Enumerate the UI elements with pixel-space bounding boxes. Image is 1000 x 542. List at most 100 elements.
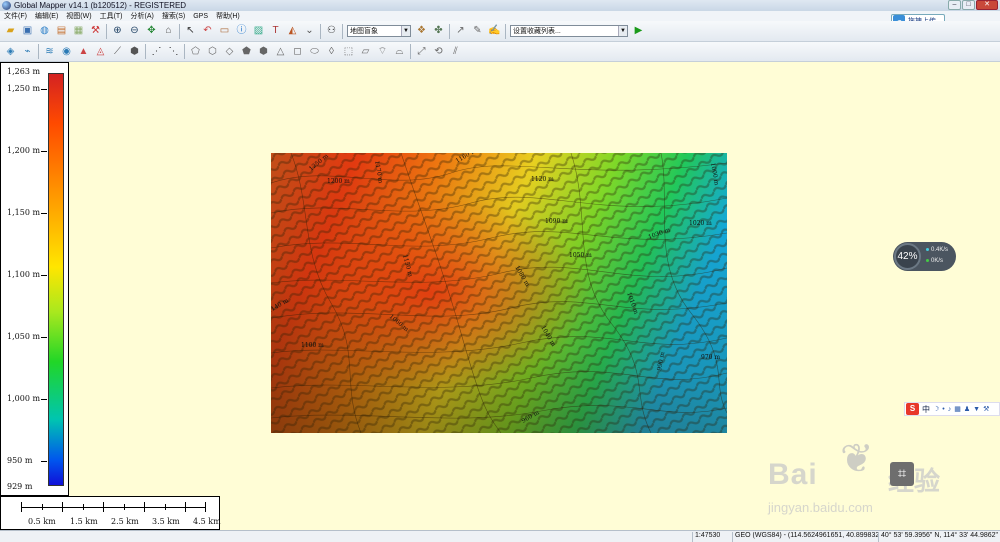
draw-point-icon[interactable]: ⋰: [149, 44, 164, 59]
shape-icon-7[interactable]: ◻: [290, 44, 305, 59]
profile-icon[interactable]: ◭: [285, 24, 300, 39]
contour-label: 1050 m: [569, 252, 592, 259]
separator: [320, 23, 321, 39]
draw-vertex-icon[interactable]: ⋱: [166, 44, 181, 59]
scale-tick: [205, 502, 206, 512]
network-speed-widget[interactable]: 42% 0.4K/s 0K/s: [893, 242, 956, 271]
menu-tools[interactable]: 工具(T): [96, 11, 127, 21]
move-icon[interactable]: ⤢: [414, 44, 429, 59]
separator: [145, 44, 146, 59]
wrench-icon[interactable]: ⚒: [983, 405, 989, 413]
zoom-in-icon[interactable]: ⊕: [110, 24, 125, 39]
maximize-button[interactable]: □: [962, 0, 975, 10]
shape-icon-13[interactable]: ⌓: [392, 44, 407, 59]
image-icon[interactable]: ▨: [251, 24, 266, 39]
shape-icon-8[interactable]: ⬭: [307, 44, 322, 59]
elevation-tick: [41, 275, 47, 276]
sogou-logo-icon[interactable]: S: [906, 403, 919, 415]
scale-tick: [62, 502, 63, 512]
split-icon[interactable]: ⫽: [448, 44, 463, 59]
shape-icon-12[interactable]: ⌔: [375, 44, 390, 59]
select-icon[interactable]: ↖: [183, 24, 198, 39]
moon-icon[interactable]: ☽: [933, 405, 939, 413]
qr-scan-icon[interactable]: ⌗: [890, 462, 914, 486]
elevation-map[interactable]: 1250 m 1200 m 1170 m 1160 m 1120 m 1090 …: [271, 153, 727, 433]
menu-analysis[interactable]: 分析(A): [127, 11, 158, 21]
digitizer-icon[interactable]: ↗: [453, 24, 468, 39]
scale-bar: 0.5 km 1.5 km 2.5 km 3.5 km 4.5 km: [0, 496, 221, 530]
shape-icon-2[interactable]: ⬡: [205, 44, 220, 59]
menu-search[interactable]: 搜索(S): [158, 11, 189, 21]
scale-tick: [165, 504, 166, 510]
zoom-out-icon[interactable]: ⊖: [127, 24, 142, 39]
measure-icon[interactable]: ▭: [217, 24, 232, 39]
volume-icon[interactable]: ⬢: [127, 44, 142, 59]
shape-icon-1[interactable]: ⬠: [188, 44, 203, 59]
text-icon[interactable]: T: [268, 24, 283, 39]
punctuation-icon[interactable]: •: [942, 406, 944, 413]
status-bar: 1:47530 GEO (WGS84) - (114.5624961651, 4…: [0, 530, 1000, 542]
shape-icon-11[interactable]: ▱: [358, 44, 373, 59]
create-line-icon[interactable]: ⌁: [20, 44, 35, 59]
shape-icon-5[interactable]: ⬢: [256, 44, 271, 59]
info-icon[interactable]: ⓘ: [234, 24, 249, 39]
watershed-icon[interactable]: ◉: [59, 44, 74, 59]
overlay-icon[interactable]: ✤: [431, 24, 446, 39]
favorites-select[interactable]: 设置收藏列表... ▼: [510, 25, 628, 37]
close-button[interactable]: ✕: [976, 0, 998, 10]
elevation-label: 1,250 m: [7, 84, 41, 93]
digitizer-toolbar: ◈ ⌁ ≋ ◉ ▲ ◬ ⟋ ⬢ ⋰ ⋱ ⬠ ⬡ ◇ ⬟ ⬢ △ ◻ ⬭ ◊ ⬚ …: [0, 42, 1000, 62]
upload-dot-icon: [926, 248, 929, 251]
pan-icon[interactable]: ✥: [144, 24, 159, 39]
paw-icon: ❦: [840, 437, 874, 481]
ime-toolbar[interactable]: S 中 ☽ • ♪ ▦ ♟ ▼ ⚒: [904, 402, 1000, 416]
config-icon[interactable]: ⚒: [88, 24, 103, 39]
map-theme-select[interactable]: 地图盲象 ▼: [347, 25, 411, 37]
mic-icon[interactable]: ♪: [948, 406, 952, 413]
watermark-url: jingyan.baidu.com: [768, 500, 873, 515]
play-icon[interactable]: ▶: [631, 24, 646, 39]
menu-view[interactable]: 视图(W): [62, 11, 95, 21]
create-area-icon[interactable]: ◈: [3, 44, 18, 59]
undo-icon[interactable]: ↶: [200, 24, 215, 39]
view-icon[interactable]: ⌄: [302, 24, 317, 39]
window-controls: – □ ✕: [948, 0, 998, 10]
layer-control-icon[interactable]: ❖: [414, 24, 429, 39]
elevation-tick: [41, 399, 47, 400]
attribute-icon[interactable]: ✍: [487, 24, 502, 39]
path-profile-icon[interactable]: ⟋: [110, 44, 125, 59]
status-coordinates: 40° 53' 59.3956" N, 114° 33' 44.9862" E: [878, 532, 1000, 542]
home-icon[interactable]: ⌂: [161, 24, 176, 39]
edit-icon[interactable]: ✎: [470, 24, 485, 39]
menu-gps[interactable]: GPS: [189, 13, 212, 20]
shape-icon-10[interactable]: ⬚: [341, 44, 356, 59]
save-icon[interactable]: ▣: [20, 24, 35, 39]
elevation-tick: [41, 337, 47, 338]
elevation-label: 1,100 m: [7, 270, 41, 279]
binoculars-icon[interactable]: ⚇: [324, 24, 339, 39]
menu-edit[interactable]: 编辑(E): [31, 11, 62, 21]
rotate-icon[interactable]: ⟲: [431, 44, 446, 59]
keyboard-icon[interactable]: ▦: [954, 405, 961, 413]
contour-icon[interactable]: ≋: [42, 44, 57, 59]
shape-icon-9[interactable]: ◊: [324, 44, 339, 59]
shirt-icon[interactable]: ▼: [973, 406, 980, 413]
shape-icon-3[interactable]: ◇: [222, 44, 237, 59]
menu-file[interactable]: 文件(F): [0, 11, 31, 21]
minimize-button[interactable]: –: [948, 0, 961, 10]
download-dot-icon: [926, 259, 929, 262]
globe-icon[interactable]: ◍: [37, 24, 52, 39]
open-icon[interactable]: ▰: [3, 24, 18, 39]
status-projection: GEO (WGS84) - (114.5624961651, 40.899832…: [732, 532, 878, 542]
view-shed-icon[interactable]: ◬: [93, 44, 108, 59]
grid-icon[interactable]: ▦: [71, 24, 86, 39]
shape-icon-4[interactable]: ⬟: [239, 44, 254, 59]
layers-icon[interactable]: ▤: [54, 24, 69, 39]
ime-language-toggle[interactable]: 中: [922, 404, 930, 415]
elevation-label: 1,150 m: [7, 208, 41, 217]
menu-help[interactable]: 帮助(H): [212, 11, 244, 21]
elevation-label-max: 1,263 m: [7, 67, 41, 76]
skin-icon[interactable]: ♟: [964, 405, 970, 413]
terrain-icon[interactable]: ▲: [76, 44, 91, 59]
shape-icon-6[interactable]: △: [273, 44, 288, 59]
